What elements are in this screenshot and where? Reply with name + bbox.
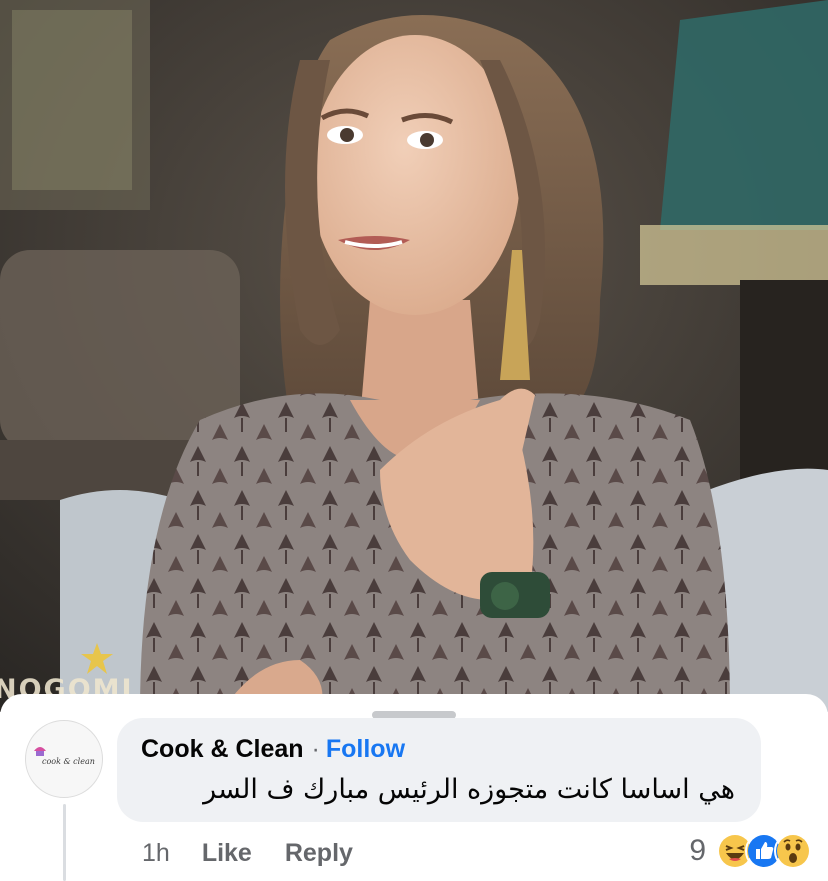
reaction-count: 9 [689, 834, 706, 867]
comment-timestamp[interactable]: 1h [142, 838, 170, 868]
avatar-logo-text: cook & clean [42, 757, 95, 766]
comment-actions: 1h Like Reply [142, 838, 386, 868]
thread-line [63, 804, 66, 881]
cupcake-logo-icon [34, 747, 46, 756]
follow-button[interactable]: Follow [326, 735, 405, 763]
comment-bubble[interactable]: Cook & Clean · Follow هي اساسا كانت متجوزه… [117, 718, 761, 822]
author-avatar[interactable]: cook & clean [25, 720, 103, 798]
post-photo[interactable]: NOGOMI [0, 0, 828, 712]
reactions-summary[interactable]: 9 [689, 831, 812, 871]
comment-header: Cook & Clean · Follow [141, 734, 405, 764]
wow-icon [774, 832, 812, 870]
author-name[interactable]: Cook & Clean [141, 735, 304, 763]
like-button[interactable]: Like [202, 838, 252, 868]
comments-sheet: cook & clean Cook & Clean · Follow هي اساس… [0, 694, 828, 881]
comment-text: هي اساسا كانت متجوزه الرئيس مبارك ف السر [203, 774, 735, 805]
star-logo-icon [81, 643, 113, 674]
video-still-image [0, 0, 828, 712]
reply-button[interactable]: Reply [285, 838, 353, 868]
separator-dot: · [311, 735, 320, 763]
